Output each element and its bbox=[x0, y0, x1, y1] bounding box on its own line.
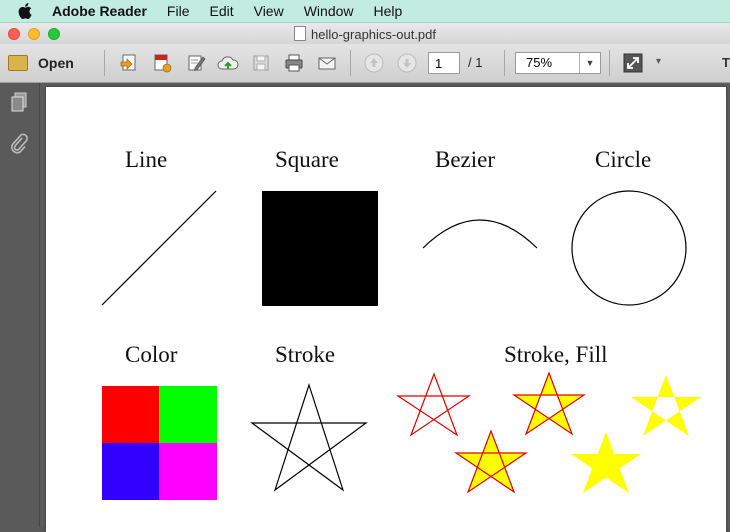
print-icon[interactable] bbox=[283, 52, 305, 74]
menu-bar: Adobe Reader File Edit View Window Help bbox=[0, 0, 730, 23]
previous-page-icon[interactable] bbox=[363, 52, 385, 74]
document-area[interactable]: Line Square Bezier Circle Color Stroke S… bbox=[40, 83, 730, 532]
fullscreen-icon[interactable] bbox=[622, 52, 644, 74]
toolbar-divider bbox=[609, 50, 610, 76]
page-thumbnails-icon[interactable] bbox=[8, 91, 30, 113]
label-stroke: Stroke bbox=[275, 342, 336, 367]
label-circle: Circle bbox=[595, 147, 652, 172]
menu-app-name[interactable]: Adobe Reader bbox=[52, 3, 147, 19]
folder-icon bbox=[8, 55, 28, 71]
menu-help[interactable]: Help bbox=[374, 3, 403, 19]
square-shape bbox=[262, 191, 378, 306]
window-title: hello-graphics-out.pdf bbox=[0, 26, 730, 42]
save-icon[interactable] bbox=[250, 52, 272, 74]
export-pdf-icon[interactable] bbox=[151, 52, 173, 74]
label-color: Color bbox=[125, 342, 178, 367]
color-quad-magenta bbox=[159, 443, 217, 500]
navigation-sidebar bbox=[0, 83, 40, 527]
window-title-text: hello-graphics-out.pdf bbox=[310, 27, 437, 42]
color-quad-green bbox=[159, 386, 217, 443]
toolbar-divider bbox=[504, 50, 505, 76]
menu-window[interactable]: Window bbox=[304, 3, 354, 19]
email-icon[interactable] bbox=[316, 52, 338, 74]
pdf-page: Line Square Bezier Circle Color Stroke S… bbox=[46, 87, 726, 532]
stroke-star bbox=[250, 383, 368, 492]
page-number-input[interactable] bbox=[428, 52, 460, 74]
toolbar: Open / 1 75% ▼ ▾ T bbox=[0, 44, 730, 83]
edit-pdf-icon[interactable] bbox=[185, 52, 207, 74]
minimize-window-button[interactable] bbox=[28, 28, 40, 40]
color-quad-red bbox=[102, 386, 159, 443]
menu-view[interactable]: View bbox=[254, 3, 284, 19]
menu-edit[interactable]: Edit bbox=[209, 3, 233, 19]
toolbar-overflow-icon[interactable]: ▾ bbox=[656, 56, 661, 67]
red-outline-star bbox=[396, 372, 471, 437]
open-button[interactable]: Open bbox=[8, 52, 74, 74]
window-title-bar: hello-graphics-out.pdf bbox=[0, 23, 730, 44]
label-square: Square bbox=[275, 147, 339, 172]
color-quad-blue bbox=[102, 443, 159, 500]
bezier-curve bbox=[422, 219, 538, 249]
toolbar-divider bbox=[350, 50, 351, 76]
label-line: Line bbox=[125, 147, 168, 172]
yellow-red-star-bottom bbox=[454, 429, 528, 494]
zoom-value: 75% bbox=[526, 55, 553, 70]
zoom-select[interactable]: 75% ▼ bbox=[515, 52, 601, 74]
circle-shape bbox=[571, 190, 687, 306]
label-bezier: Bezier bbox=[435, 147, 496, 172]
chevron-down-icon[interactable]: ▼ bbox=[579, 53, 600, 73]
open-button-label: Open bbox=[38, 55, 74, 71]
menu-file[interactable]: File bbox=[167, 3, 190, 19]
toolbar-divider bbox=[104, 50, 105, 76]
close-window-button[interactable] bbox=[8, 28, 20, 40]
line-shape bbox=[101, 190, 217, 306]
zoom-window-button[interactable] bbox=[48, 28, 60, 40]
pdf-document-icon bbox=[293, 26, 306, 41]
yellow-star-evenodd bbox=[631, 375, 701, 436]
next-page-icon[interactable] bbox=[396, 52, 418, 74]
label-stroke-fill: Stroke, Fill bbox=[504, 342, 608, 367]
apple-icon[interactable] bbox=[18, 3, 32, 19]
create-pdf-icon[interactable] bbox=[118, 52, 140, 74]
yellow-filled-star bbox=[571, 432, 641, 493]
tools-label[interactable]: T bbox=[722, 55, 730, 70]
attachments-paperclip-icon[interactable] bbox=[8, 133, 30, 155]
yellow-red-star-top bbox=[512, 371, 586, 436]
page-total-label: / 1 bbox=[468, 55, 483, 70]
upload-cloud-icon[interactable] bbox=[217, 52, 239, 74]
